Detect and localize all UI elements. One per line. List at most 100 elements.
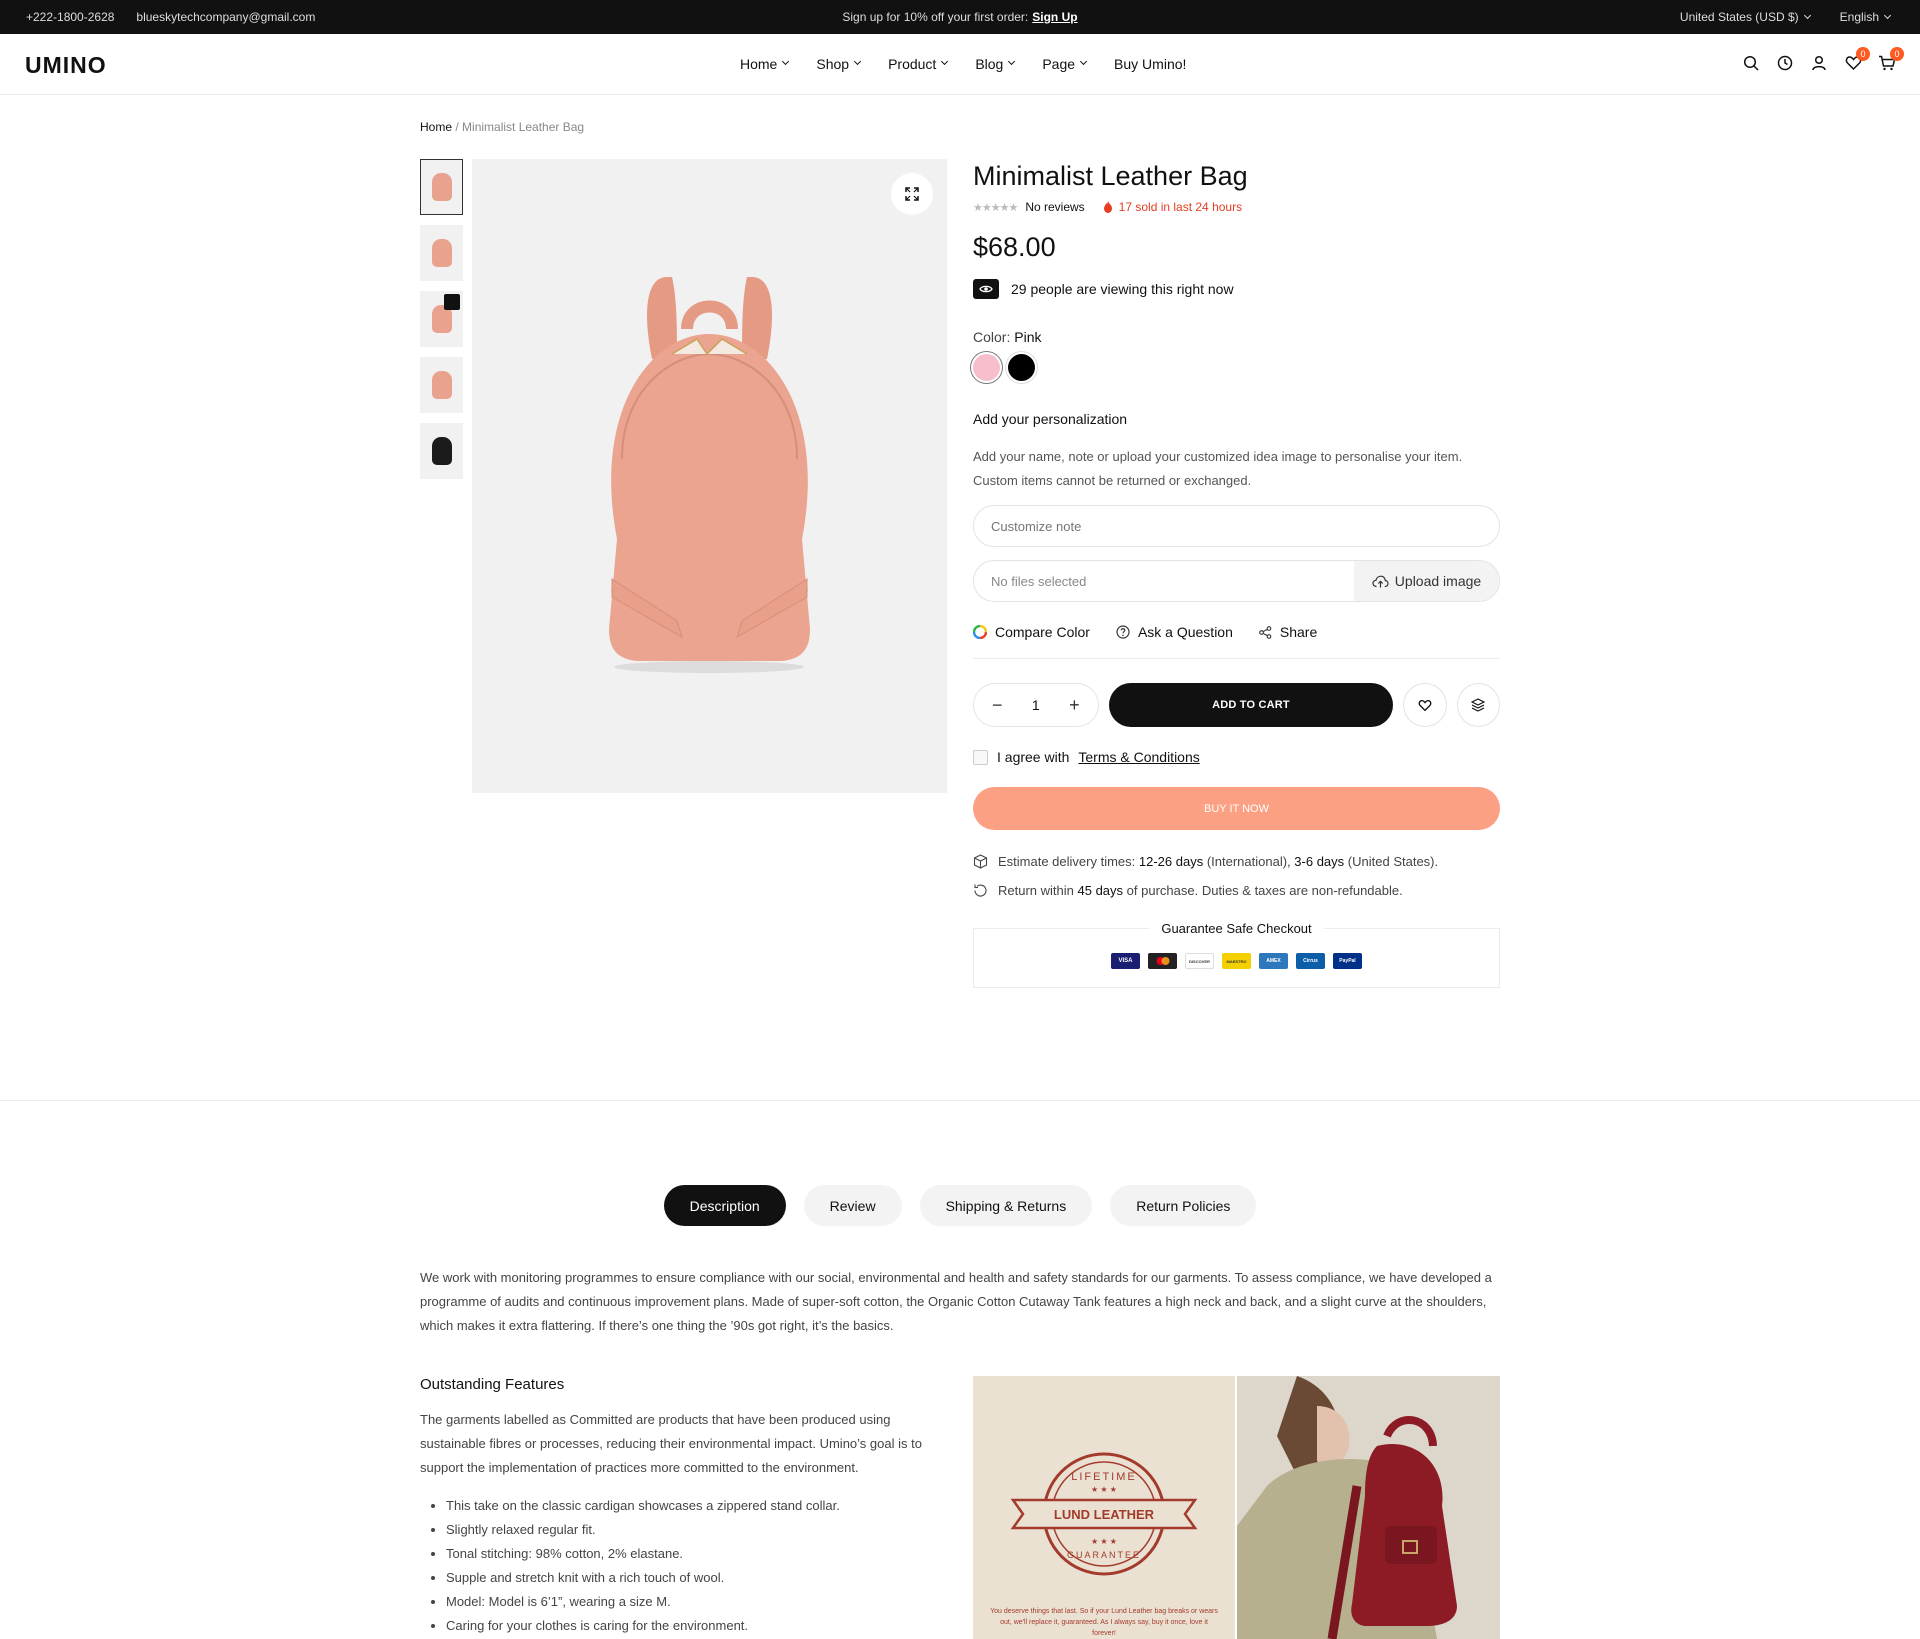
color-swatches xyxy=(973,354,1500,381)
tab-review[interactable]: Review xyxy=(803,1185,902,1226)
product-actions: Compare Color Ask a Question Share xyxy=(973,624,1500,659)
seal-top-text: LIFETIME xyxy=(1071,1471,1137,1483)
thumbnail[interactable] xyxy=(420,159,463,215)
chevron-down-icon xyxy=(941,57,949,65)
paypal-icon: PayPal xyxy=(1333,953,1362,969)
logo[interactable]: UMINO xyxy=(25,52,107,79)
thumbnail[interactable] xyxy=(420,423,463,479)
compare-color-button[interactable]: Compare Color xyxy=(973,624,1090,640)
swatch-pink[interactable] xyxy=(973,354,1000,381)
thumbnail[interactable] xyxy=(420,225,463,281)
cloud-upload-icon xyxy=(1372,575,1389,587)
currency-selector[interactable]: United States (USD $) xyxy=(1680,10,1811,24)
color-label: Color: Pink xyxy=(973,329,1042,345)
wishlist-icon[interactable]: 0 xyxy=(1844,47,1870,72)
personalization-description: Add your name, note or upload your custo… xyxy=(973,449,1463,488)
return-info: Return within 45 days of purchase. Dutie… xyxy=(973,883,1500,898)
cart-icon[interactable]: 0 xyxy=(1878,47,1904,72)
personalization-title: Add your personalization xyxy=(973,411,1128,427)
seal-bottom-text: GUARANTEE xyxy=(1067,1550,1141,1560)
share-button[interactable]: Share xyxy=(1259,624,1317,640)
svg-text:★ ★ ★: ★ ★ ★ xyxy=(1091,1485,1117,1494)
breadcrumb-home[interactable]: Home xyxy=(420,120,452,134)
tab-return-policies[interactable]: Return Policies xyxy=(1110,1185,1257,1226)
file-upload-field[interactable]: No files selected Upload image xyxy=(973,560,1500,602)
tab-shipping-returns[interactable]: Shipping & Returns xyxy=(919,1185,1093,1226)
swatch-black[interactable] xyxy=(1008,354,1035,381)
maestro-icon: MAESTRO xyxy=(1222,953,1251,969)
expand-icon xyxy=(905,187,919,201)
question-icon xyxy=(1116,625,1130,639)
language-selector[interactable]: English xyxy=(1840,10,1892,24)
delivery-info: Estimate delivery times: 12-26 days (Int… xyxy=(973,854,1500,869)
add-to-cart-button[interactable]: ADD TO CART xyxy=(1108,683,1394,727)
fire-icon xyxy=(1103,201,1112,213)
guarantee-text: You deserve things that last. So if your… xyxy=(990,1608,1218,1637)
seal-main-text: LUND LEATHER xyxy=(1054,1507,1155,1522)
ask-question-button[interactable]: Ask a Question xyxy=(1116,624,1233,640)
backpack-image xyxy=(431,371,452,399)
backpack-image xyxy=(431,173,452,201)
buy-now-button[interactable]: BUY IT NOW xyxy=(973,787,1500,830)
video-icon xyxy=(444,294,460,310)
terms-checkbox[interactable] xyxy=(973,749,988,765)
product-info: Minimalist Leather Bag ★★★★★ No reviews … xyxy=(973,159,1500,988)
site-header: UMINO Home Shop Product Blog Page Buy Um… xyxy=(0,34,1920,95)
payment-icons: VISA DISCOVER MAESTRO AMEX Cirrus PayPal xyxy=(974,953,1499,969)
breadcrumb: Home / Minimalist Leather Bag xyxy=(420,120,584,134)
quantity-value[interactable]: 1 xyxy=(1032,697,1040,713)
chevron-down-icon xyxy=(854,57,862,65)
wishlist-button[interactable] xyxy=(1403,683,1447,727)
product-price: $68.00 xyxy=(973,232,1056,262)
cart-count-badge: 0 xyxy=(1890,47,1904,61)
rating-stars[interactable]: ★★★★★ xyxy=(973,201,1018,214)
nav-item-page[interactable]: Page xyxy=(1042,56,1088,72)
nav-item-home[interactable]: Home xyxy=(740,56,790,72)
list-item: Caring for your clothes is caring for th… xyxy=(446,1614,958,1638)
features-description: The garments labelled as Committed are p… xyxy=(420,1412,922,1475)
chevron-down-icon xyxy=(1803,11,1811,20)
list-item: Model: Model is 6’1”, wearing a size M. xyxy=(446,1590,958,1614)
nav-item-shop[interactable]: Shop xyxy=(816,56,862,72)
backpack-illustration xyxy=(609,277,810,673)
thumbnail[interactable] xyxy=(420,357,463,413)
amex-icon: AMEX xyxy=(1259,953,1288,969)
compare-button[interactable] xyxy=(1456,683,1500,727)
chevron-down-icon xyxy=(782,57,790,65)
eye-icon xyxy=(973,279,999,299)
nav-item-buy[interactable]: Buy Umino! xyxy=(1114,56,1186,72)
zoom-button[interactable] xyxy=(891,173,933,215)
safe-checkout-box: Guarantee Safe Checkout VISA DISCOVER MA… xyxy=(973,921,1500,988)
main-product-image[interactable] xyxy=(472,159,947,793)
section-divider xyxy=(0,1100,1920,1101)
search-icon[interactable] xyxy=(1742,54,1760,72)
tab-description[interactable]: Description xyxy=(663,1185,786,1226)
cart-row: − 1 + ADD TO CART xyxy=(973,683,1500,727)
nav-item-blog[interactable]: Blog xyxy=(975,56,1016,72)
announcement-bar: +222-1800-2628 blueskytechcompany@gmail.… xyxy=(0,0,1920,34)
thumbnail-video[interactable] xyxy=(420,291,463,347)
guarantee-title: Guarantee Safe Checkout xyxy=(1149,921,1324,936)
review-count[interactable]: No reviews xyxy=(1025,200,1084,214)
nav-item-product[interactable]: Product xyxy=(888,56,949,72)
list-item: Supple and stretch knit with a rich touc… xyxy=(446,1566,958,1590)
features-list: This take on the classic cardigan showca… xyxy=(438,1494,958,1638)
wishlist-count-badge: 0 xyxy=(1856,47,1870,61)
list-item: Slightly relaxed regular fit. xyxy=(446,1518,958,1542)
plus-icon[interactable]: + xyxy=(1069,695,1080,716)
list-item: Tonal stitching: 98% cotton, 2% elastane… xyxy=(446,1542,958,1566)
breadcrumb-current: Minimalist Leather Bag xyxy=(462,120,585,134)
clock-icon[interactable] xyxy=(1776,54,1794,72)
user-icon[interactable] xyxy=(1810,54,1828,72)
minus-icon[interactable]: − xyxy=(992,695,1003,716)
upload-image-button[interactable]: Upload image xyxy=(1354,561,1499,601)
heart-icon xyxy=(1418,699,1432,711)
mastercard-icon xyxy=(1148,953,1177,969)
promo-text: Sign up for 10% off your first order: xyxy=(842,10,1029,24)
quantity-stepper: − 1 + xyxy=(973,683,1099,727)
visa-icon: VISA xyxy=(1111,953,1140,969)
signup-link[interactable]: Sign Up xyxy=(1032,10,1077,24)
customize-note-input[interactable] xyxy=(973,505,1500,547)
terms-link[interactable]: Terms & Conditions xyxy=(1078,749,1199,765)
model-illustration xyxy=(1237,1376,1500,1639)
